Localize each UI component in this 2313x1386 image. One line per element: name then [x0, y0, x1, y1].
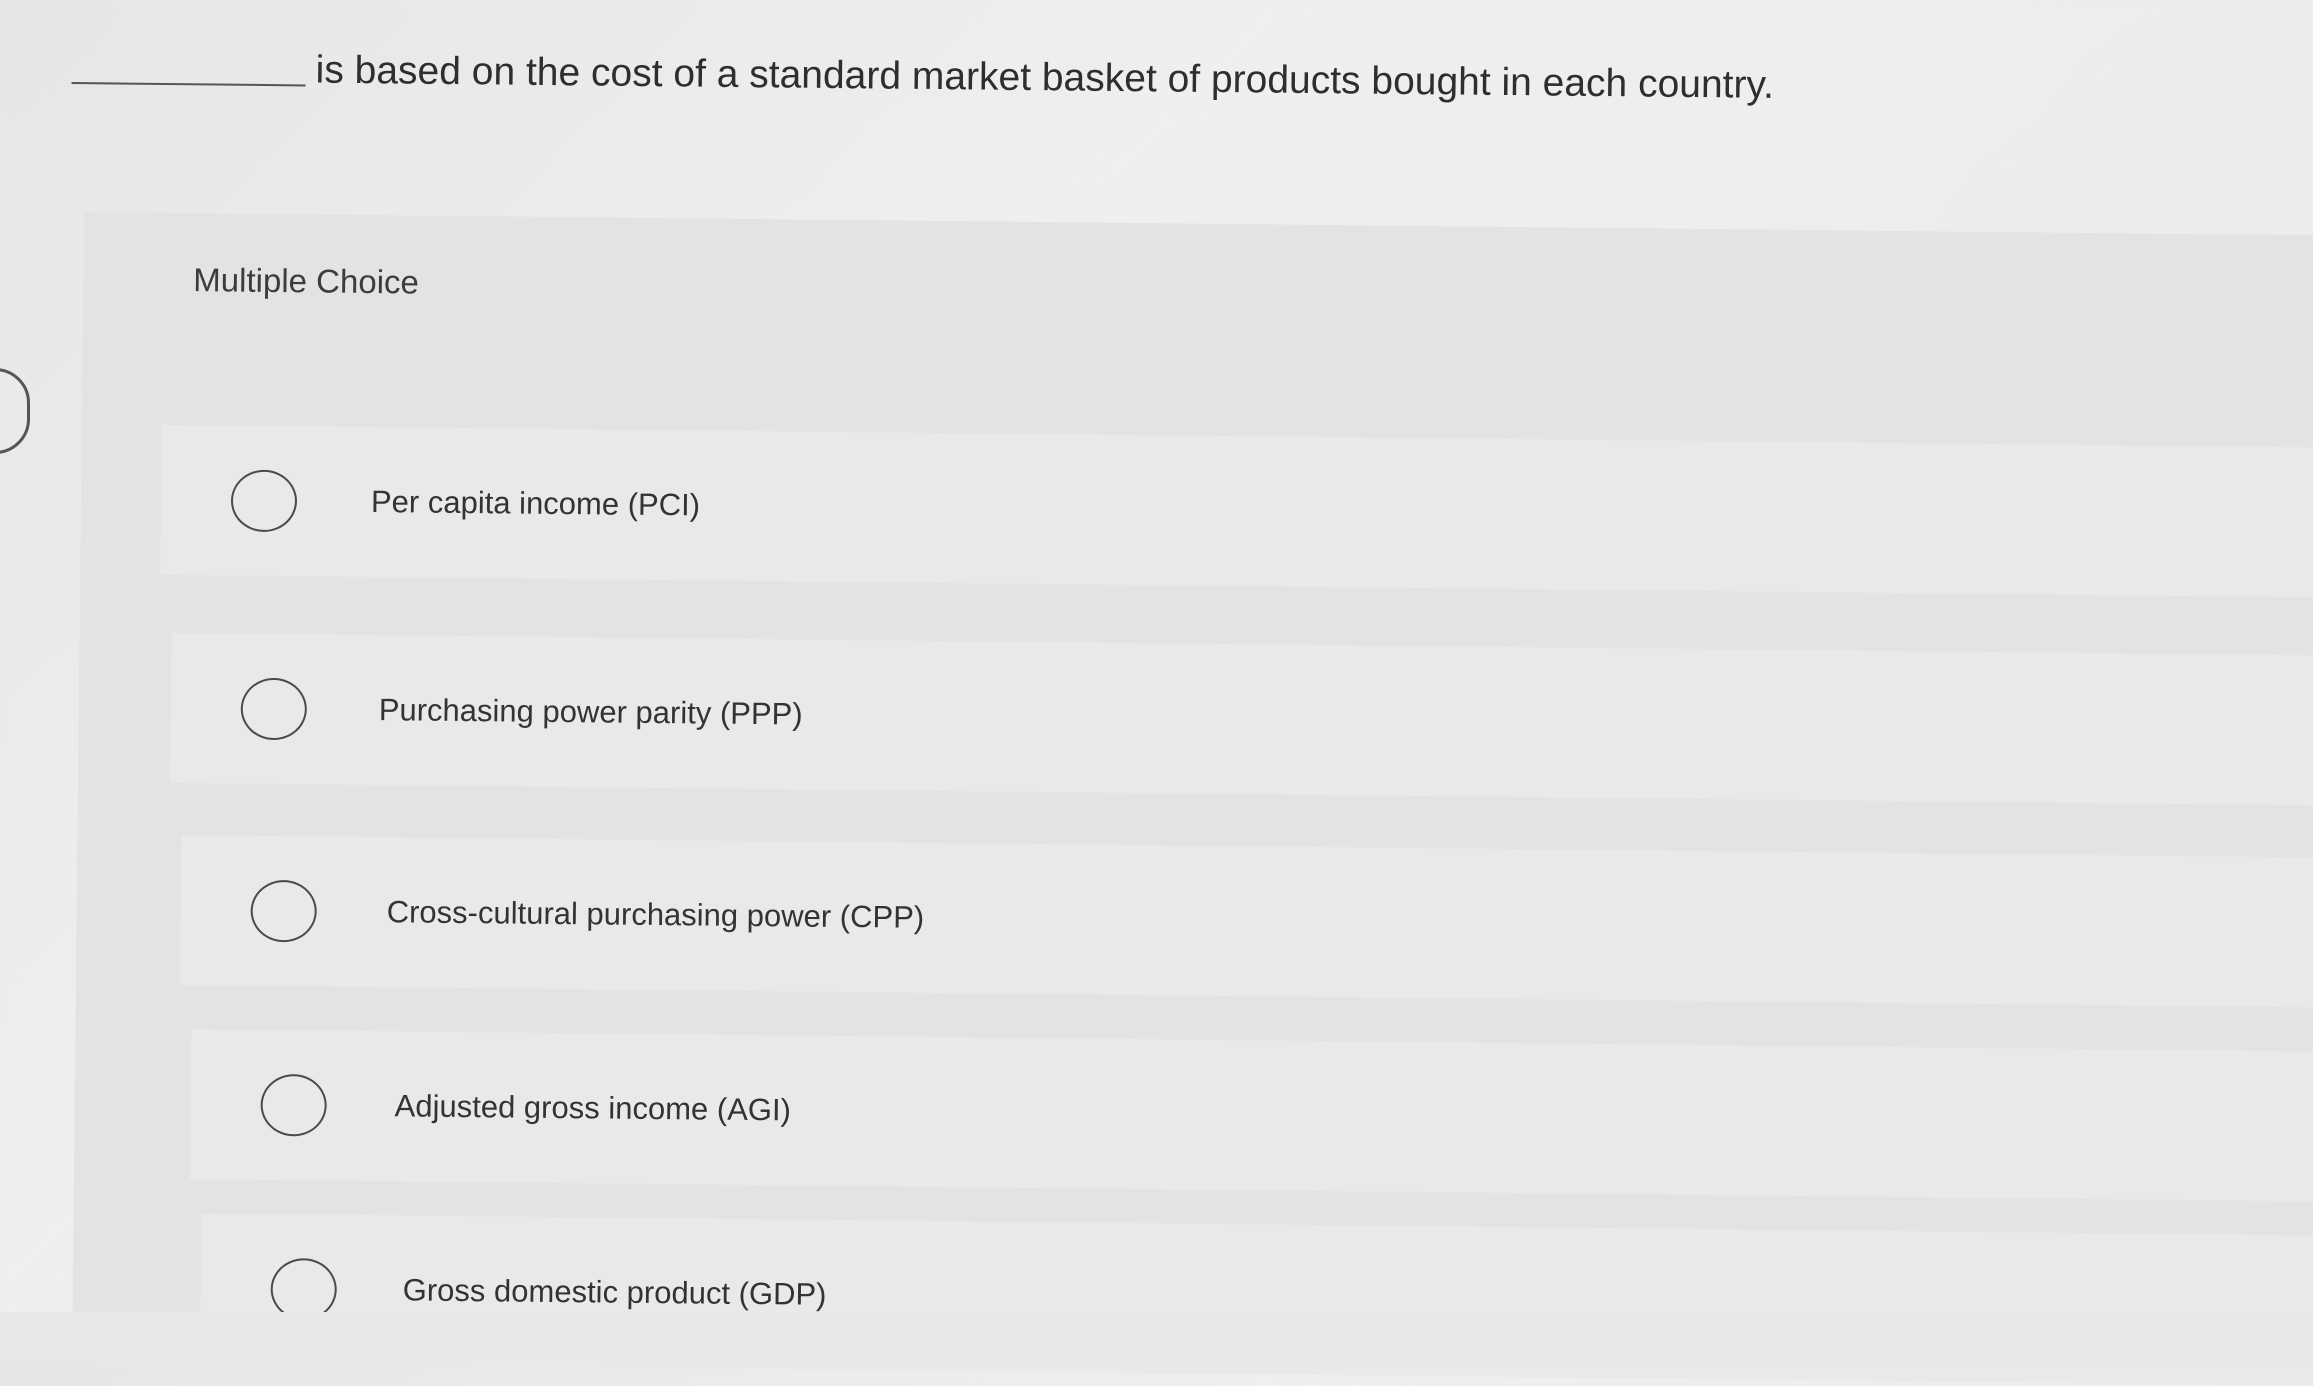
answer-blank: [71, 81, 306, 87]
panel-title: Multiple Choice: [193, 261, 420, 301]
option-ppp[interactable]: Purchasing power parity (PPP): [170, 632, 2313, 806]
radio-button-icon[interactable]: [240, 677, 308, 741]
multiple-choice-panel: Multiple Choice Per capita income (PCI) …: [72, 212, 2313, 1386]
option-label: Cross-cultural purchasing power (CPP): [386, 894, 925, 935]
radio-button-icon[interactable]: [230, 469, 298, 533]
option-agi[interactable]: Adjusted gross income (AGI): [189, 1029, 2313, 1202]
option-label: Purchasing power parity (PPP): [378, 692, 803, 732]
radio-button-icon[interactable]: [260, 1073, 327, 1137]
side-navigation-tab[interactable]: [0, 368, 30, 454]
screen-bottom-edge: [0, 1312, 2313, 1361]
option-pci[interactable]: Per capita income (PCI): [160, 424, 2313, 598]
radio-button-icon[interactable]: [250, 879, 318, 943]
option-cpp[interactable]: Cross-cultural purchasing power (CPP): [179, 835, 2313, 1008]
option-label: Adjusted gross income (AGI): [394, 1088, 792, 1128]
question-text: is based on the cost of a standard marke…: [315, 48, 1775, 107]
option-label: Gross domestic product (GDP): [402, 1272, 827, 1312]
option-label: Per capita income (PCI): [370, 484, 701, 523]
question-prompt: is based on the cost of a standard marke…: [71, 38, 2272, 121]
